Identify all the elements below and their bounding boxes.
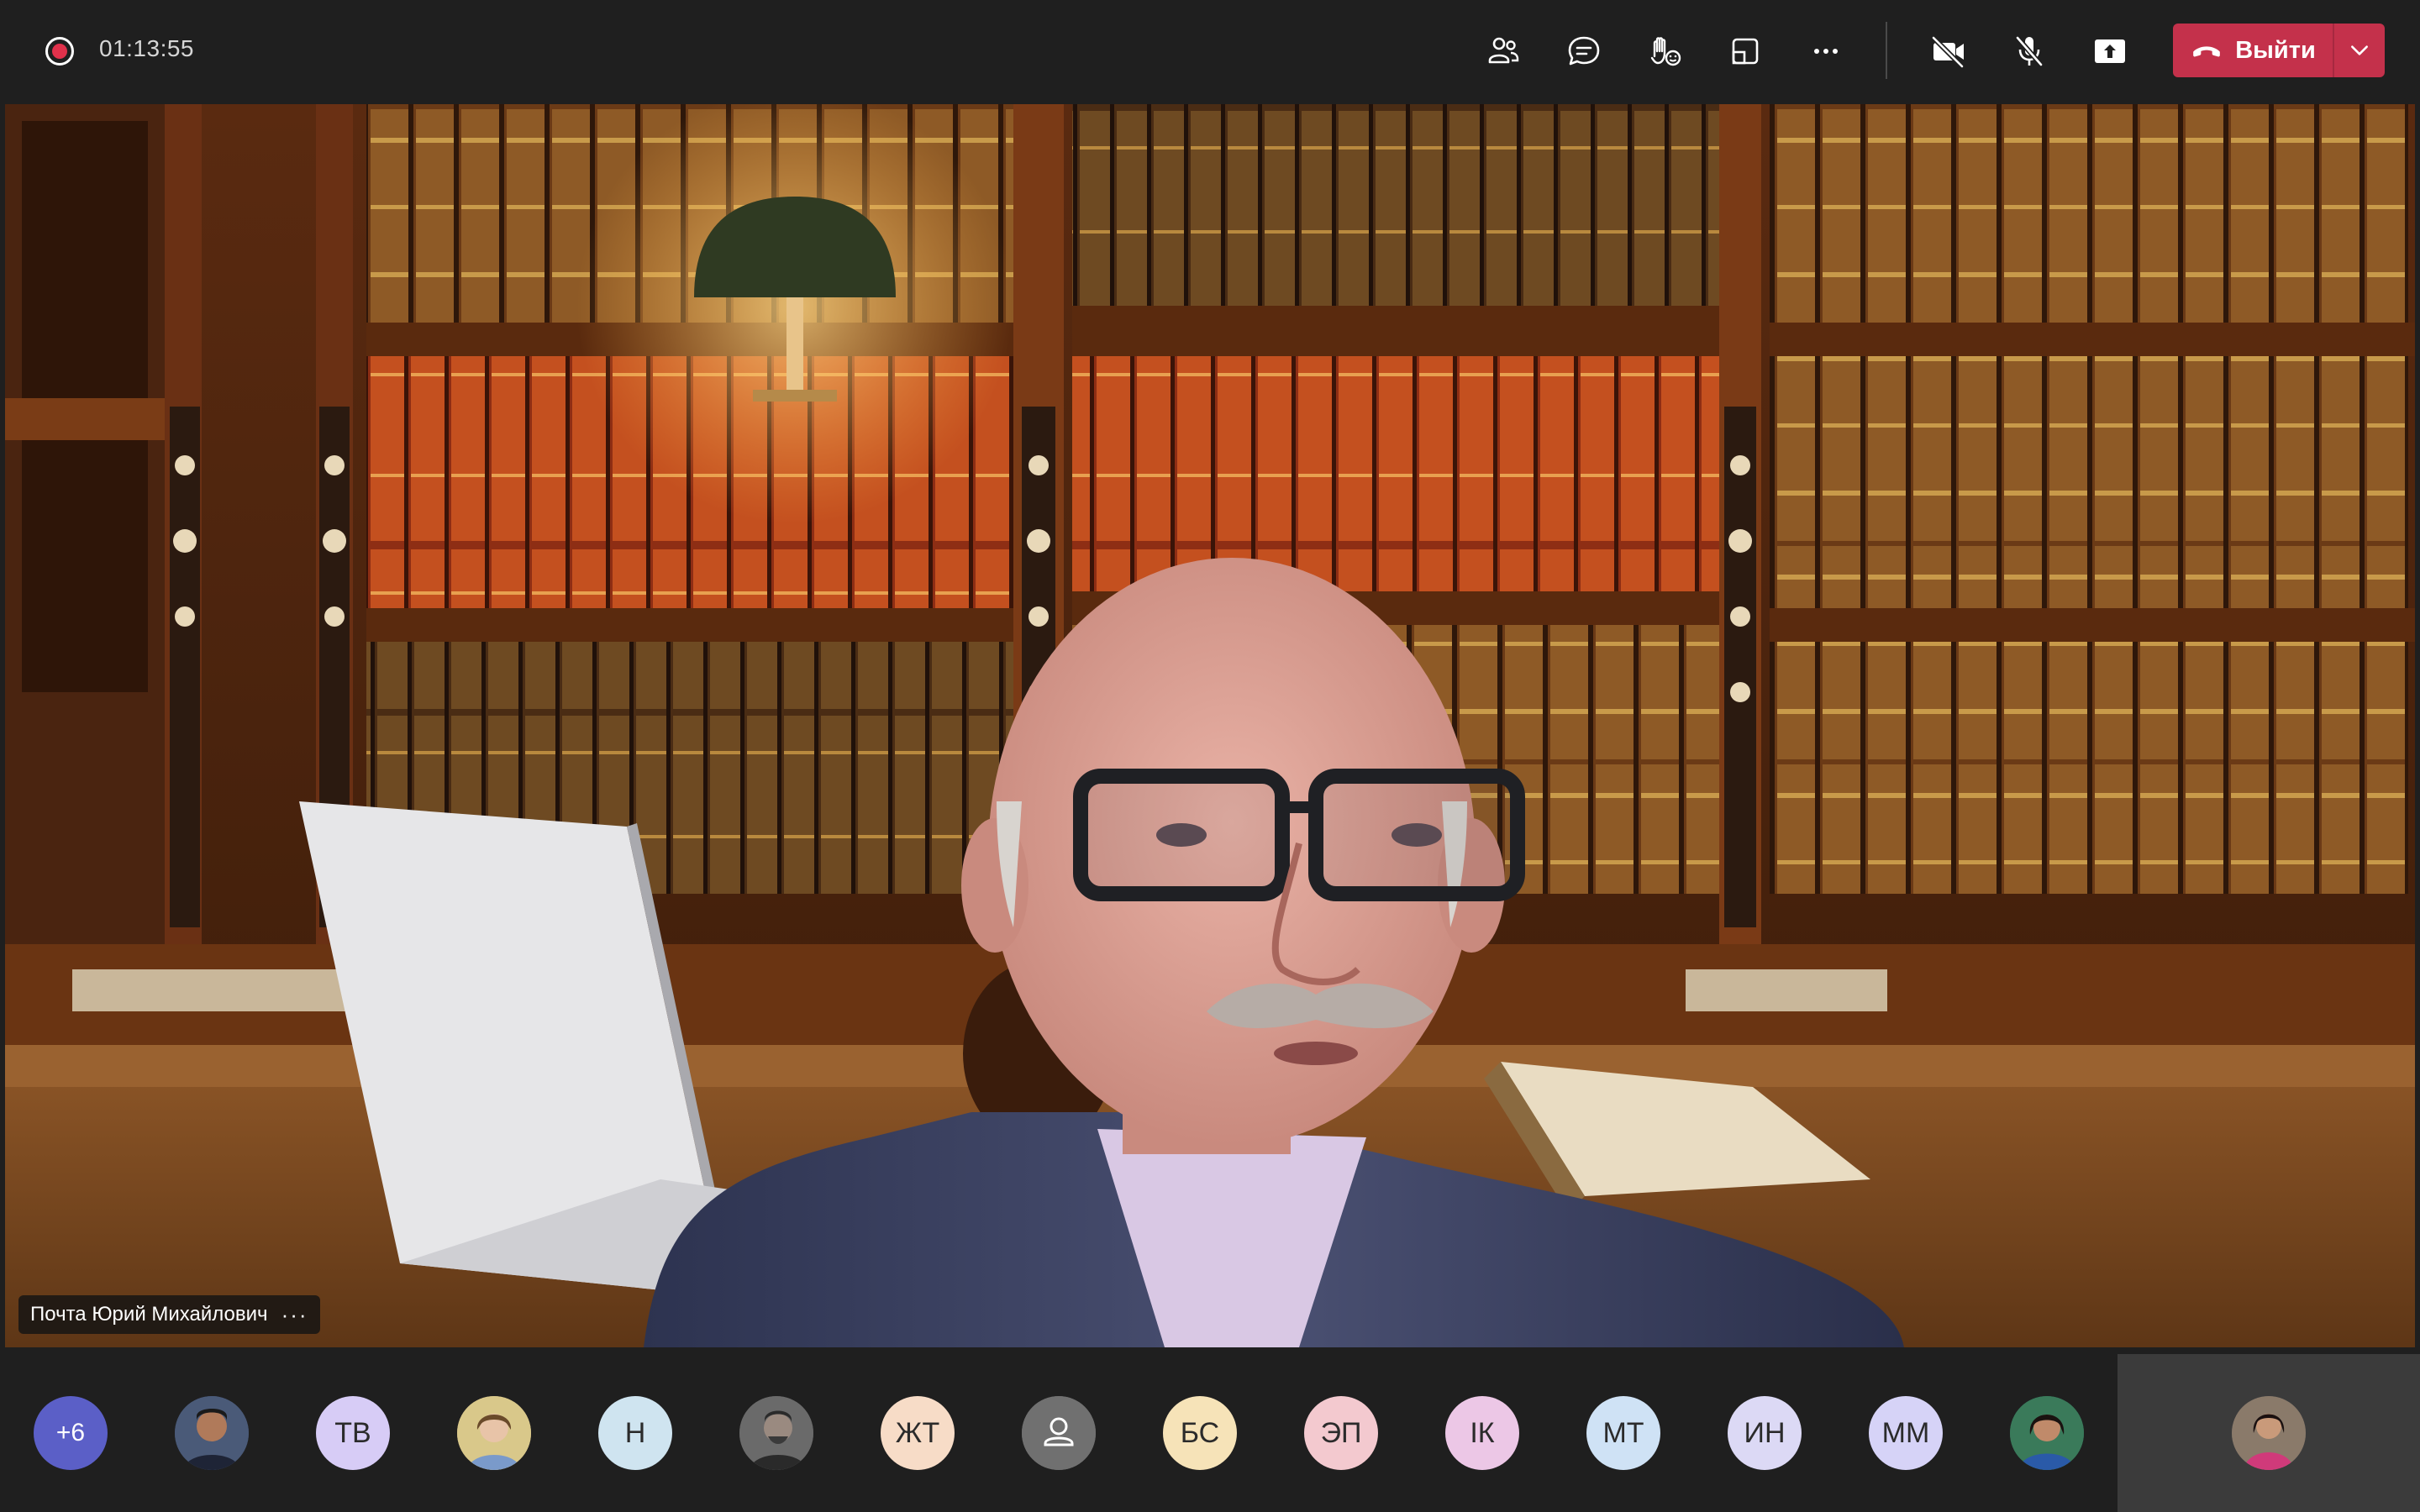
avatar-initials-label: Н — [624, 1416, 646, 1449]
participant-more-button[interactable]: ··· — [281, 1302, 308, 1328]
view-icon — [1732, 38, 1759, 65]
more-button[interactable] — [1803, 29, 1849, 74]
avatar-photo[interactable] — [739, 1396, 813, 1470]
reactions-button[interactable] — [1642, 29, 1687, 74]
participants-icon — [1488, 37, 1519, 64]
avatar-photo[interactable] — [457, 1396, 531, 1470]
person-icon — [1022, 1396, 1096, 1470]
participants-strip: +6 ТВ Н ЖТ БС ЭП ІК МТ ИН ММ — [0, 1354, 2420, 1512]
meeting-toolbar: 01:13:55 Выйти — [0, 0, 2420, 101]
more-participants-button[interactable]: +6 — [34, 1396, 108, 1470]
avatar-initials[interactable]: Н — [598, 1396, 672, 1470]
chat-button[interactable] — [1561, 29, 1607, 74]
avatar-initials[interactable]: ММ — [1869, 1396, 1943, 1470]
mic-off-icon — [2015, 36, 2044, 66]
chevron-down-icon — [2351, 45, 2368, 55]
avatar-initials-label: ЭП — [1320, 1416, 1362, 1449]
participant-name: Почта Юрий Михайлович — [30, 1303, 268, 1326]
participant-photo — [2010, 1396, 2084, 1470]
avatar-initials[interactable]: ТВ — [316, 1396, 390, 1470]
avatar-initials-label: МТ — [1602, 1416, 1644, 1449]
more-icon — [1814, 49, 1838, 54]
avatar-initials[interactable]: ІК — [1445, 1396, 1519, 1470]
hang-up-icon — [2193, 46, 2221, 57]
avatar-initials-label: ТВ — [334, 1416, 371, 1449]
avatar-initials-label: БС — [1180, 1416, 1220, 1449]
camera-toggle-button[interactable] — [1926, 29, 1971, 74]
participant-photo — [457, 1396, 531, 1470]
self-view-tile[interactable] — [2118, 1354, 2420, 1512]
view-button[interactable] — [1723, 29, 1768, 74]
participant-photo — [739, 1396, 813, 1470]
leave-label: Выйти — [2235, 36, 2316, 64]
avatar-initials[interactable]: ИН — [1728, 1396, 1802, 1470]
leave-button[interactable]: Выйти — [2173, 24, 2333, 77]
avatar-initials[interactable]: ЖТ — [881, 1396, 955, 1470]
avatar-initials-label: ІК — [1470, 1416, 1495, 1449]
avatar-initials[interactable]: МТ — [1586, 1396, 1660, 1470]
avatar-initials[interactable]: ЭП — [1304, 1396, 1378, 1470]
avatar-initials-label: ИН — [1744, 1416, 1786, 1449]
participant-photo — [2232, 1396, 2306, 1470]
participants-button[interactable] — [1481, 29, 1526, 74]
leave-options-button[interactable] — [2334, 24, 2385, 77]
avatar-initials-label: ММ — [1881, 1416, 1930, 1449]
main-video[interactable]: Почта Юрий Михайлович ··· — [5, 104, 2415, 1347]
camera-off-icon — [1931, 35, 1965, 69]
participant-photo — [175, 1396, 249, 1470]
speaker-video-frame — [5, 104, 2415, 1347]
share-screen-button[interactable] — [2087, 29, 2133, 74]
participant-name-tag: Почта Юрий Михайлович ··· — [18, 1295, 320, 1334]
share-icon — [2095, 39, 2125, 63]
avatar-placeholder[interactable] — [1022, 1396, 1096, 1470]
avatar-photo[interactable] — [2010, 1396, 2084, 1470]
chat-icon — [1568, 36, 1600, 66]
meeting-timer: 01:13:55 — [99, 35, 194, 61]
avatar-initials[interactable]: БС — [1163, 1396, 1237, 1470]
leave-button-group: Выйти — [2173, 24, 2385, 77]
recording-icon — [45, 37, 74, 66]
avatar-photo[interactable] — [175, 1396, 249, 1470]
self-avatar — [2232, 1396, 2306, 1470]
toolbar-divider — [1886, 22, 1887, 79]
avatar-initials-label: ЖТ — [895, 1416, 940, 1449]
reactions-icon — [1650, 37, 1681, 66]
mic-toggle-button[interactable] — [2007, 29, 2052, 74]
